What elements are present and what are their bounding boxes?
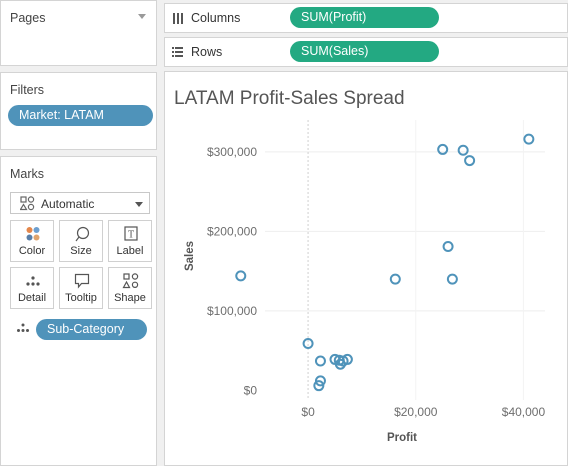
scatter-point[interactable] — [464, 155, 476, 167]
scatter-point[interactable] — [314, 355, 326, 367]
y-tick-label: $200,000 — [207, 224, 257, 238]
y-axis-title: Sales — [184, 241, 196, 271]
y-tick-label: $0 — [244, 383, 258, 397]
x-axis-title: Profit — [387, 432, 417, 444]
scatter-point[interactable] — [446, 273, 458, 285]
y-tick-label: $100,000 — [207, 304, 257, 318]
scatter-point[interactable] — [389, 273, 401, 285]
scatter-point[interactable] — [523, 133, 535, 145]
y-tick-label: $300,000 — [207, 145, 257, 159]
x-tick-label: $0 — [301, 405, 315, 419]
scatter-chart: $0 $100,000 $200,000 $300,000 $0 $20,000 $40,0… — [184, 120, 546, 444]
scatter-point[interactable] — [235, 270, 247, 282]
scatter-point[interactable] — [437, 143, 449, 155]
scatter-point[interactable] — [442, 240, 454, 252]
x-tick-label: $40,000 — [502, 405, 546, 419]
x-tick-label: $20,000 — [394, 405, 438, 419]
scatter-point[interactable] — [457, 144, 469, 156]
